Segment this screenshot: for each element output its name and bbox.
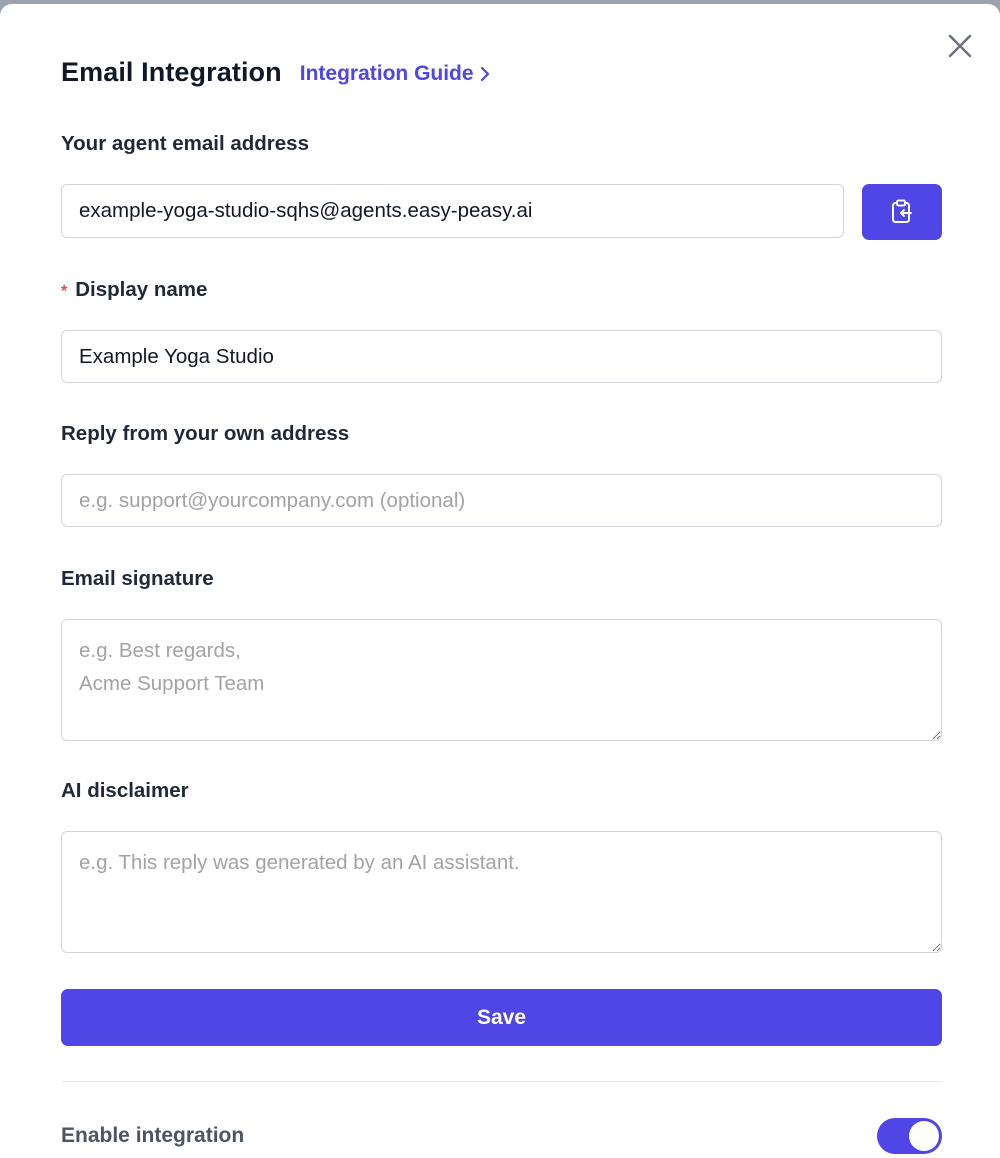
reply-address-field[interactable] — [61, 474, 942, 527]
enable-integration-toggle[interactable] — [877, 1118, 942, 1154]
display-name-field[interactable] — [61, 330, 942, 383]
signature-label: Email signature — [61, 567, 214, 590]
agent-email-label: Your agent email address — [61, 132, 309, 155]
close-icon — [948, 34, 972, 58]
divider — [61, 1081, 942, 1082]
integration-guide-link[interactable]: Integration Guide — [300, 59, 490, 86]
reply-address-label: Reply from your own address — [61, 422, 350, 445]
display-name-label: * Display name — [61, 278, 208, 301]
ai-disclaimer-field[interactable] — [61, 831, 942, 953]
email-integration-modal: Email Integration Integration Guide Your… — [0, 4, 1000, 1158]
enable-integration-label: Enable integration — [61, 1124, 245, 1147]
toggle-knob — [909, 1121, 939, 1151]
modal-header: Email Integration Integration Guide — [61, 52, 490, 92]
integration-guide-label: Integration Guide — [299, 61, 474, 85]
required-marker: * — [61, 283, 68, 300]
close-button[interactable] — [944, 30, 976, 62]
clipboard-copy-icon — [892, 199, 912, 223]
save-button[interactable]: Save — [61, 989, 942, 1046]
agent-email-field[interactable] — [61, 184, 844, 238]
copy-email-button[interactable] — [862, 184, 942, 240]
chevron-right-icon — [480, 66, 489, 81]
modal-title: Email Integration — [61, 56, 282, 87]
ai-disclaimer-label: AI disclaimer — [61, 779, 189, 802]
signature-field[interactable] — [61, 619, 942, 741]
